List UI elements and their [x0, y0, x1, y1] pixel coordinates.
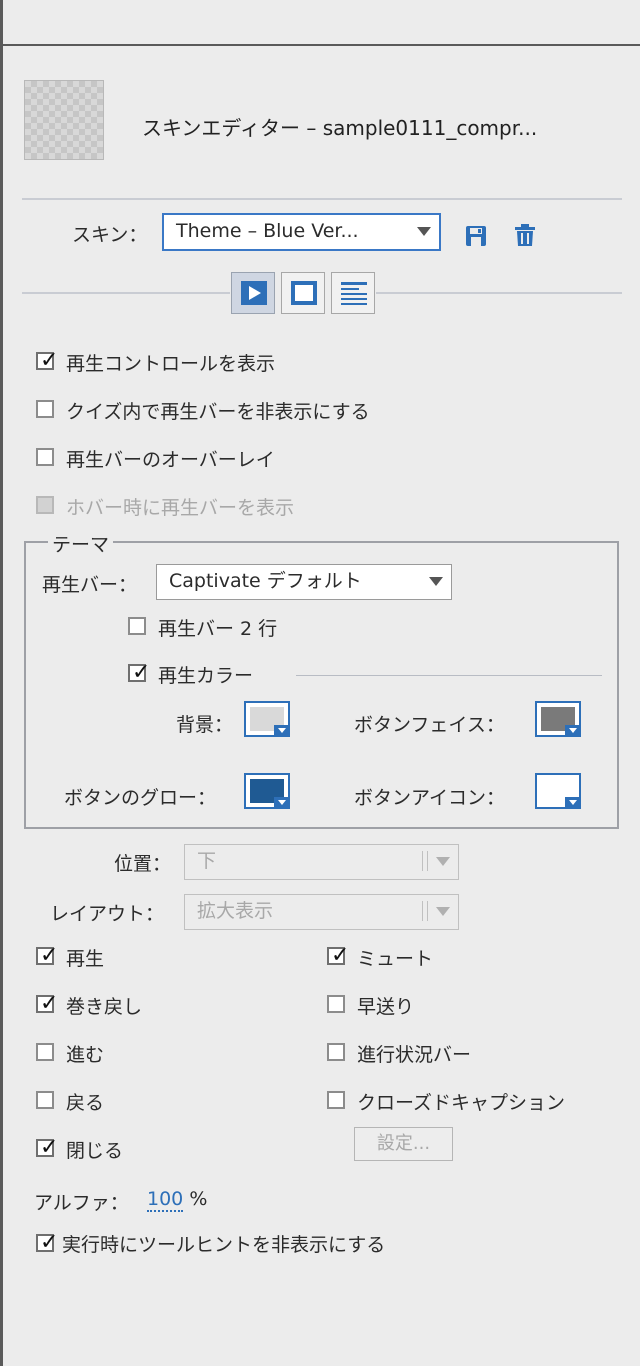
alpha-unit: %: [189, 1188, 208, 1210]
checkmark-icon: ✓: [40, 943, 59, 968]
button-glow-swatch[interactable]: [244, 773, 290, 809]
button-face-label: ボタンフェイス：: [354, 714, 505, 736]
rewind-checkbox[interactable]: ✓: [36, 993, 58, 1015]
show-playback-label: 再生コントロールを表示: [66, 353, 276, 375]
back-checkbox[interactable]: [36, 1091, 54, 1109]
layout-value: 拡大表示: [197, 900, 274, 922]
trash-icon[interactable]: [511, 221, 539, 249]
close-checkbox[interactable]: ✓: [36, 1137, 58, 1159]
fastforward-label: 早送り: [357, 996, 415, 1018]
borders-tab-icon: [291, 281, 317, 305]
theme-legend: テーマ: [48, 530, 114, 557]
checkmark-icon: ✓: [132, 660, 151, 685]
skin-editor-title: スキンエディター – sample0111_compr...: [142, 116, 538, 140]
dropdown-separator: [422, 851, 428, 871]
tab-playbar[interactable]: [231, 272, 275, 314]
chevron-down-icon: [565, 797, 581, 809]
forward-checkbox[interactable]: [36, 1043, 54, 1061]
button-icon-swatch[interactable]: [535, 773, 581, 809]
dropdown-separator: [422, 901, 428, 921]
playbar-tab-icon: [241, 281, 267, 305]
play-checkbox[interactable]: ✓: [36, 945, 58, 967]
back-label: 戻る: [66, 1092, 105, 1114]
playbar-style-value: Captivate デフォルト: [169, 570, 362, 592]
position-dropdown[interactable]: 下: [184, 844, 459, 880]
save-icon[interactable]: [462, 222, 490, 250]
chevron-down-icon: [429, 577, 443, 586]
progress-checkbox[interactable]: [327, 1043, 345, 1061]
mute-label: ミュート: [357, 948, 434, 970]
overlay-checkbox[interactable]: [36, 448, 54, 466]
layout-dropdown[interactable]: 拡大表示: [184, 894, 459, 930]
forward-label: 進む: [66, 1044, 105, 1066]
fastforward-checkbox[interactable]: [327, 995, 345, 1013]
close-label: 閉じる: [66, 1140, 124, 1162]
panel-top-border: [0, 44, 640, 46]
panel-left-border: [0, 0, 3, 1366]
chevron-down-icon: [436, 907, 450, 916]
cc-checkbox[interactable]: [327, 1091, 345, 1109]
skin-dropdown[interactable]: Theme – Blue Ver...: [162, 213, 441, 251]
chevron-down-icon: [565, 725, 581, 737]
tab-borders[interactable]: [281, 272, 325, 314]
button-glow-label: ボタンのグロー：: [64, 787, 217, 809]
hide-tooltip-checkbox[interactable]: ✓: [36, 1232, 58, 1254]
progress-label: 進行状況バー: [357, 1044, 472, 1066]
show-on-hover-label: ホバー時に再生バーを表示: [66, 497, 295, 519]
tab-toc[interactable]: [331, 272, 375, 314]
hide-in-quiz-checkbox[interactable]: [36, 400, 54, 418]
checkmark-icon: ✓: [40, 1230, 59, 1255]
tabs-divider-left: [22, 292, 230, 294]
cc-label: クローズドキャプション: [357, 1092, 566, 1114]
checkmark-icon: ✓: [331, 943, 350, 968]
toc-tab-icon: [341, 282, 367, 305]
alpha-value-field[interactable]: 100 %: [147, 1188, 208, 1212]
tabs-divider-right: [376, 292, 622, 294]
header-divider: [22, 198, 622, 200]
layout-label: レイアウト：: [50, 903, 165, 925]
show-playback-checkbox[interactable]: ✓: [36, 350, 58, 372]
alpha-value: 100: [147, 1188, 184, 1212]
cc-settings-button[interactable]: 設定...: [354, 1127, 453, 1161]
checkmark-icon: ✓: [40, 348, 59, 373]
background-color-swatch[interactable]: [244, 701, 290, 737]
background-color-label: 背景：: [176, 714, 234, 736]
overlay-label: 再生バーのオーバーレイ: [66, 449, 275, 471]
color-divider: [296, 675, 602, 676]
skin-thumbnail: [24, 80, 104, 160]
button-face-swatch[interactable]: [535, 701, 581, 737]
skin-dropdown-value: Theme – Blue Ver...: [176, 220, 359, 242]
position-value: 下: [197, 850, 217, 872]
show-on-hover-checkbox[interactable]: [36, 496, 54, 514]
button-icon-label: ボタンアイコン：: [354, 787, 506, 809]
alpha-label: アルファ：: [34, 1192, 129, 1214]
playbar-color-label: 再生カラー: [158, 665, 254, 687]
two-rows-label: 再生バー 2 行: [158, 618, 278, 640]
play-label: 再生: [66, 948, 105, 970]
chevron-down-icon: [274, 797, 290, 809]
position-label: 位置：: [114, 853, 172, 875]
playbar-color-checkbox[interactable]: ✓: [128, 662, 150, 684]
mute-checkbox[interactable]: ✓: [327, 945, 349, 967]
hide-in-quiz-label: クイズ内で再生バーを非表示にする: [66, 401, 370, 423]
chevron-down-icon: [436, 857, 450, 866]
hide-tooltip-label: 実行時にツールヒントを非表示にする: [62, 1234, 386, 1256]
checkmark-icon: ✓: [40, 991, 59, 1016]
checkmark-icon: ✓: [40, 1135, 59, 1160]
playbar-style-dropdown[interactable]: Captivate デフォルト: [156, 564, 452, 600]
rewind-label: 巻き戻し: [66, 996, 143, 1018]
playbar-style-label: 再生バー：: [42, 574, 138, 596]
two-rows-checkbox[interactable]: [128, 617, 146, 635]
skin-label: スキン：: [72, 224, 148, 246]
chevron-down-icon: [274, 725, 290, 737]
chevron-down-icon: [417, 227, 431, 236]
